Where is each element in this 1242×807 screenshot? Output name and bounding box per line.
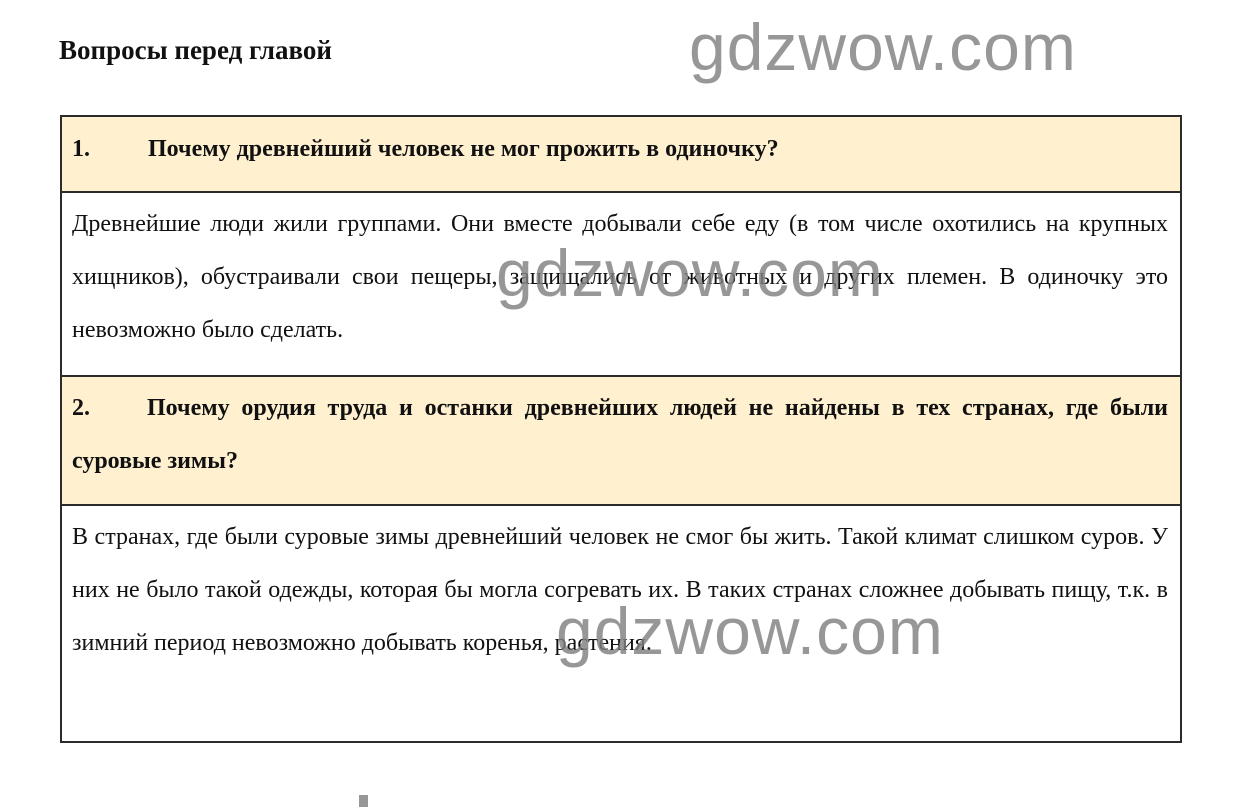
question-row: 2. Почему орудия труда и останки древнейш… — [60, 375, 1182, 506]
answer-row: Древнейшие люди жили группами. Они вмест… — [60, 191, 1182, 377]
qa-table: 1. Почему древнейший человек не мог прожи… — [60, 115, 1182, 743]
answer-cell: В странах, где были суровые зимы древней… — [60, 504, 1182, 743]
question-cell: 2. Почему орудия труда и останки древнейш… — [60, 375, 1182, 506]
answer-row: В странах, где были суровые зимы древней… — [60, 504, 1182, 743]
answer-text: В странах, где были суровые зимы древней… — [72, 524, 1168, 656]
watermark: gdzwow.com — [689, 10, 1077, 84]
answer-text: Древнейшие люди жили группами. Они вмест… — [72, 211, 1168, 343]
page-title: Вопросы перед главой — [59, 35, 332, 65]
question-number: 1. — [72, 136, 90, 162]
watermark-fragment — [359, 795, 368, 807]
question-number: 2. — [72, 395, 90, 421]
answer-cell: Древнейшие люди жили группами. Они вмест… — [60, 191, 1182, 377]
question-text: Почему орудия труда и останки древнейших… — [72, 395, 1168, 474]
question-text: Почему древнейший человек не мог прожить… — [148, 136, 779, 162]
question-row: 1. Почему древнейший человек не мог прожи… — [60, 115, 1182, 193]
question-cell: 1. Почему древнейший человек не мог прожи… — [60, 115, 1182, 193]
